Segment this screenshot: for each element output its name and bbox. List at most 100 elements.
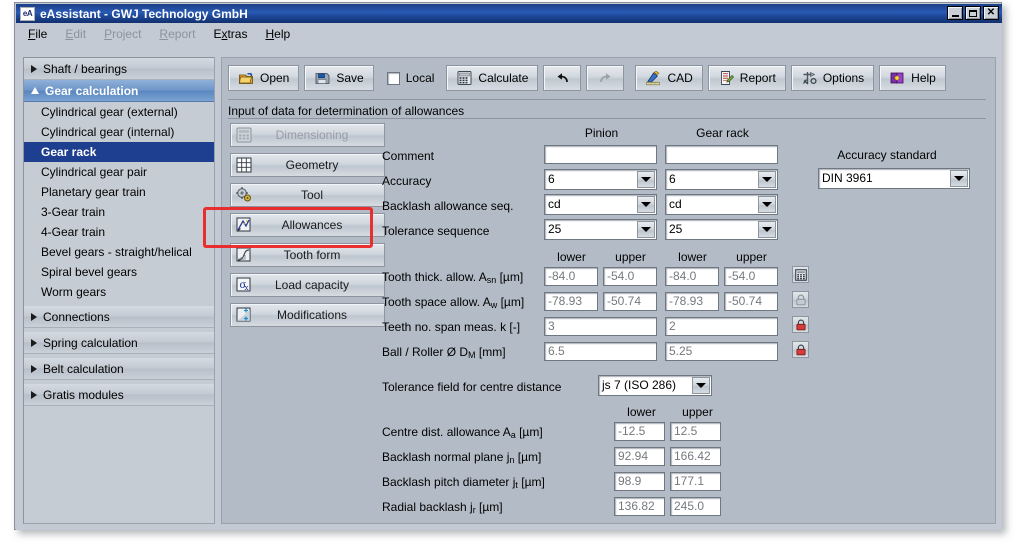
tooth-space-pinion-upper[interactable]: -50.74	[603, 292, 657, 311]
chevron-down-icon[interactable]	[637, 196, 655, 213]
sidebar-item-cylindrical-gear-external[interactable]: Cylindrical gear (external)	[24, 102, 214, 122]
tab-allowances[interactable]: Allowances	[230, 213, 385, 237]
sidebar-item-planetary-gear-train[interactable]: Planetary gear train	[24, 182, 214, 202]
accuracy-rack-combo[interactable]: 6	[665, 169, 778, 190]
calculate-button[interactable]: Calculate	[446, 65, 539, 91]
tab-allowances-label: Allowances	[281, 218, 343, 232]
sidebar-gear-items: Cylindrical gear (external) Cylindrical …	[24, 102, 214, 302]
tooth-space-rack-lower[interactable]: -78.93	[665, 292, 719, 311]
tolerance-seq-pinion-combo[interactable]: 25	[544, 219, 657, 240]
teeth-no-span-lock-button[interactable]	[792, 316, 809, 333]
save-button[interactable]: Save	[304, 65, 374, 91]
sidebar-group-spring-calculation[interactable]: Spring calculation	[24, 332, 214, 354]
open-button[interactable]: Open	[228, 65, 300, 91]
tab-load-capacity[interactable]: σ x Load capacity	[230, 273, 385, 297]
tooth-thick-calculator-button[interactable]	[792, 266, 809, 283]
chevron-down-icon[interactable]	[692, 377, 710, 394]
allowances-form: Pinion Gear rack Accuracy standard DIN 3…	[382, 120, 988, 520]
menu-file[interactable]: File	[28, 27, 47, 41]
redo-button[interactable]	[586, 65, 625, 91]
tool-gear-icon	[236, 187, 251, 202]
menu-report[interactable]: Report	[159, 27, 195, 41]
chevron-down-icon[interactable]	[758, 171, 776, 188]
redo-arrow-icon	[600, 73, 611, 83]
tab-button-stack: Dimensioning Geometry Tool Allowances To…	[230, 123, 385, 333]
save-button-label: Save	[336, 71, 364, 85]
sidebar-item-cylindrical-gear-pair[interactable]: Cylindrical gear pair	[24, 162, 214, 182]
menu-project[interactable]: Project	[104, 27, 141, 41]
backlash-normal-lower[interactable]: 92.94	[614, 447, 665, 466]
menu-edit[interactable]: Edit	[65, 27, 86, 41]
maximize-button[interactable]	[965, 6, 981, 20]
backlash-pitch-upper[interactable]: 177.1	[670, 472, 721, 491]
main-toolbar: Open Save Local Calculate CAD Report Opt…	[222, 58, 995, 98]
chevron-down-icon[interactable]	[758, 196, 776, 213]
tab-geometry[interactable]: Geometry	[230, 153, 385, 177]
sidebar-group-belt-calculation[interactable]: Belt calculation	[24, 358, 214, 380]
sidebar-item-label: 4-Gear train	[41, 225, 106, 239]
teeth-no-span-pinion[interactable]: 3	[544, 317, 657, 336]
local-checkbox-label: Local	[405, 71, 435, 85]
cad-button[interactable]: CAD	[635, 65, 703, 91]
tab-tooth-form[interactable]: Tooth form	[230, 243, 385, 267]
centre-dist-lower[interactable]: -12.5	[614, 422, 665, 441]
tooth-thick-rack-lower[interactable]: -84.0	[665, 267, 719, 286]
backlash-normal-upper[interactable]: 166.42	[670, 447, 721, 466]
sidebar-item-3-gear-train[interactable]: 3-Gear train	[24, 202, 214, 222]
backlash-pitch-lower[interactable]: 98.9	[614, 472, 665, 491]
tooth-thick-pinion-lower[interactable]: -84.0	[544, 267, 598, 286]
help-button[interactable]: Help	[879, 65, 946, 91]
undo-button[interactable]	[543, 65, 582, 91]
minimize-button[interactable]	[947, 6, 963, 20]
sidebar-item-spiral-bevel-gears[interactable]: Spiral bevel gears	[24, 262, 214, 282]
tooth-space-pinion-lower[interactable]: -78.93	[544, 292, 598, 311]
options-button-label: Options	[822, 71, 865, 85]
local-checkbox[interactable]: Local	[386, 71, 435, 85]
tolerance-seq-rack-combo[interactable]: 25	[665, 219, 778, 240]
sidebar-group-shaft-bearings[interactable]: Shaft / bearings	[24, 58, 214, 80]
sidebar-item-worm-gears[interactable]: Worm gears	[24, 282, 214, 302]
comment-pinion-input[interactable]	[544, 145, 657, 164]
chevron-down-icon[interactable]	[758, 221, 776, 238]
accuracy-pinion-combo[interactable]: 6	[544, 169, 657, 190]
chevron-down-icon[interactable]	[950, 170, 968, 187]
close-button[interactable]: ✕	[983, 6, 999, 20]
radial-backlash-upper[interactable]: 245.0	[670, 497, 721, 516]
sidebar-group-gratis-modules[interactable]: Gratis modules	[24, 384, 214, 406]
tab-dimensioning[interactable]: Dimensioning	[230, 123, 385, 147]
radial-backlash-lower[interactable]: 136.82	[614, 497, 665, 516]
sidebar-group-gear-calculation[interactable]: Gear calculation	[24, 80, 214, 102]
teeth-no-span-rack[interactable]: 2	[665, 317, 778, 336]
tooth-space-rack-upper[interactable]: -50.74	[724, 292, 778, 311]
centre-dist-upper[interactable]: 12.5	[670, 422, 721, 441]
column-header-gear-rack: Gear rack	[696, 126, 749, 140]
sidebar-item-gear-rack[interactable]: Gear rack	[24, 142, 214, 162]
sidebar-item-label: 3-Gear train	[41, 205, 106, 219]
tooth-thick-pinion-upper[interactable]: -54.0	[603, 267, 657, 286]
ball-roller-lock-button[interactable]	[792, 341, 809, 358]
ball-roller-rack[interactable]: 5.25	[665, 342, 778, 361]
tab-modifications[interactable]: Modifications	[230, 303, 385, 327]
sidebar-item-4-gear-train[interactable]: 4-Gear train	[24, 222, 214, 242]
backlash-seq-pinion-combo[interactable]: cd	[544, 194, 657, 215]
sidebar-item-cylindrical-gear-internal[interactable]: Cylindrical gear (internal)	[24, 122, 214, 142]
chevron-down-icon[interactable]	[637, 171, 655, 188]
lock-closed-red-icon	[796, 319, 805, 330]
tooth-space-lock-button[interactable]	[792, 291, 809, 308]
accuracy-standard-combo[interactable]: DIN 3961	[818, 168, 970, 189]
ball-roller-pinion[interactable]: 6.5	[544, 342, 657, 361]
cad-pencil-ruler-icon	[646, 70, 661, 86]
tab-tool[interactable]: Tool	[230, 183, 385, 207]
tolerance-field-combo[interactable]: js 7 (ISO 286)	[598, 375, 712, 396]
backlash-seq-rack-combo[interactable]: cd	[665, 194, 778, 215]
report-button[interactable]: Report	[707, 65, 786, 91]
options-button[interactable]: Options	[790, 65, 875, 91]
tooth-thick-rack-upper[interactable]: -54.0	[724, 267, 778, 286]
sidebar-group-connections[interactable]: Connections	[24, 306, 214, 328]
menu-extras[interactable]: Extras	[213, 27, 247, 41]
sidebar-item-bevel-gears-straight-helical[interactable]: Bevel gears - straight/helical	[24, 242, 214, 262]
accuracy-rack-value: 6	[669, 172, 676, 186]
comment-rack-input[interactable]	[665, 145, 778, 164]
menu-help[interactable]: Help	[265, 27, 290, 41]
chevron-down-icon[interactable]	[637, 221, 655, 238]
